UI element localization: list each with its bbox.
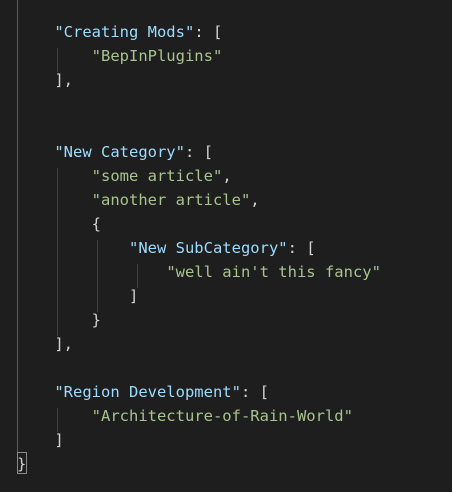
json-punctuation: : [ [184,143,213,161]
code-line: ], [17,332,73,356]
code-editor[interactable]: "Creating Mods": [ "BepInPlugins" ], "Ne… [0,0,452,492]
json-key: "Creating Mods" [54,23,195,41]
code-line: "another article", [17,188,260,212]
json-string-value: "Architecture-of-Rain-World" [91,407,353,425]
code-line: "Region Development": [ [17,380,269,404]
json-key: "New Category" [54,143,185,161]
code-line: "Architecture-of-Rain-World" [17,404,353,428]
json-string-value: "BepInPlugins" [91,47,223,65]
json-punctuation: { [91,215,101,233]
code-line: { [17,212,101,236]
json-punctuation: ], [54,335,73,353]
code-line: ], [17,68,73,92]
json-punctuation: : [ [287,239,316,257]
json-string-value: "another article" [91,191,251,209]
json-string-value: "some article" [91,167,223,185]
code-line: "some article", [17,164,232,188]
json-punctuation: , [250,191,260,209]
json-punctuation: : [ [194,23,223,41]
code-line: "well ain't this fancy" [17,260,381,284]
json-key: "New SubCategory" [128,239,288,257]
code-line: } [17,308,101,332]
json-punctuation: , [222,167,232,185]
code-line: "BepInPlugins" [17,44,223,68]
json-punctuation: ] [128,287,139,305]
json-punctuation: : [ [240,383,269,401]
code-line: "New SubCategory": [ [17,236,316,260]
code-line: "New Category": [ [17,140,213,164]
json-string-value: "well ain't this fancy" [166,263,381,281]
code-line: ] [17,428,64,452]
code-line: "Creating Mods": [ [17,20,222,44]
json-punctuation: ], [54,71,73,89]
json-punctuation: ] [54,431,64,449]
bracket-match-highlight [17,452,27,474]
json-punctuation: } [91,311,101,329]
code-line: ] [17,284,138,308]
json-key: "Region Development" [54,383,241,401]
